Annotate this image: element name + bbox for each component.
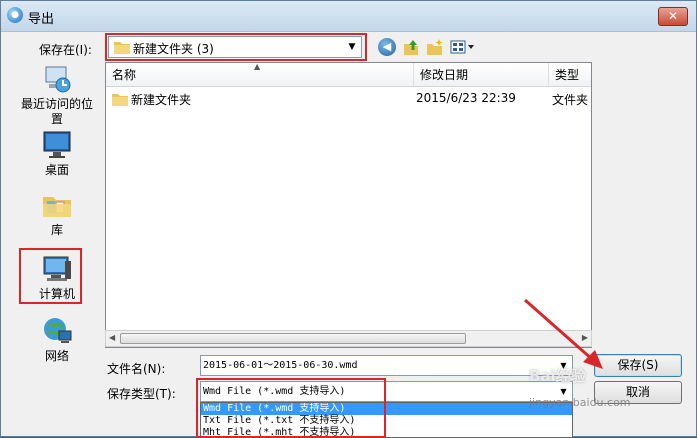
file-list[interactable]: 名称 ▲ 修改日期 类型 新建文件夹 2015/6/23 22:39 文件夹 [105, 62, 592, 348]
back-icon[interactable]: ◀ [378, 38, 396, 56]
close-button[interactable]: ✕ [658, 7, 688, 26]
filetype-label: 保存类型(T): [107, 387, 176, 401]
column-label: 名称 [112, 68, 137, 82]
app-icon: ● [7, 7, 23, 23]
place-label: 桌面 [44, 163, 69, 177]
save-in-label: 保存在(I): [39, 43, 92, 57]
chevron-down-icon[interactable]: ▼ [344, 38, 360, 56]
chevron-down-icon[interactable]: ▼ [556, 383, 571, 400]
filename-label: 文件名(N): [107, 362, 166, 376]
up-folder-icon[interactable] [402, 38, 420, 56]
horizontal-scrollbar[interactable]: ◀ ▶ [105, 330, 592, 347]
place-libraries[interactable]: 库 [13, 189, 101, 238]
title-bar: ● 导出 ✕ [1, 1, 696, 32]
row-type: 文件夹 [552, 93, 589, 107]
row-name: 新建文件夹 [131, 93, 192, 107]
place-label: 网络 [44, 349, 69, 363]
places-bar: 最近访问的位置 桌面 库 计算机 网络 [13, 61, 101, 391]
place-label: 最近访问的位置 [20, 97, 93, 126]
table-row[interactable]: 新建文件夹 2015/6/23 22:39 文件夹 [106, 88, 591, 110]
place-desktop[interactable]: 桌面 [13, 129, 101, 178]
place-recent[interactable]: 最近访问的位置 [13, 63, 101, 127]
filename-input[interactable]: 2015-06-01～2015-06-30.wmd ▼ [200, 355, 573, 376]
save-in-combobox[interactable]: 新建文件夹 (3) ▼ [108, 36, 362, 58]
cancel-button[interactable]: 取消 [594, 381, 682, 404]
chevron-down-icon[interactable]: ▼ [556, 357, 571, 374]
place-computer[interactable]: 计算机 [13, 253, 101, 302]
folder-icon [112, 92, 128, 109]
filetype-combobox[interactable]: Wmd File (*.wmd 支持导入) ▼ [200, 381, 573, 402]
row-date: 2015/6/23 22:39 [416, 91, 516, 105]
column-label: 修改日期 [420, 68, 469, 82]
column-header-name[interactable]: 名称 ▲ [106, 63, 414, 87]
sort-up-icon: ▲ [254, 62, 261, 71]
export-dialog: ● 导出 ✕ 保存在(I): 新建文件夹 (3) ▼ ◀ 最近访问的位置 桌面 [0, 0, 697, 438]
folder-icon [114, 40, 130, 57]
column-header-date[interactable]: 修改日期 [414, 63, 549, 87]
place-label: 计算机 [38, 287, 75, 301]
scroll-right-icon[interactable]: ▶ [582, 333, 588, 342]
dropdown-option[interactable]: Wmd File (*.wmd 支持导入) [201, 403, 572, 415]
dropdown-option[interactable]: Txt File (*.txt 不支持导入) [201, 415, 572, 427]
column-label: 类型 [555, 68, 580, 82]
dropdown-option[interactable]: Mht File (*.mht 不支持导入) [201, 427, 572, 437]
save-button[interactable]: 保存(S) [594, 354, 682, 377]
recent-places-icon [41, 63, 73, 95]
place-network[interactable]: 网络 [13, 315, 101, 364]
filetype-dropdown-list[interactable]: Wmd File (*.wmd 支持导入) Txt File (*.txt 不支… [200, 402, 573, 438]
libraries-icon [41, 189, 73, 221]
place-label: 库 [50, 223, 63, 237]
computer-icon [41, 253, 73, 285]
filename-value: 2015-06-01～2015-06-30.wmd [203, 360, 358, 371]
desktop-icon [41, 129, 73, 161]
scroll-left-icon[interactable]: ◀ [109, 333, 115, 342]
window-title: 导出 [28, 12, 55, 27]
new-folder-icon[interactable] [426, 38, 444, 56]
views-menu-icon[interactable] [450, 38, 476, 56]
column-header-type[interactable]: 类型 [549, 63, 591, 87]
filetype-value: Wmd File (*.wmd 支持导入) [203, 386, 346, 397]
save-in-value: 新建文件夹 (3) [133, 42, 214, 56]
network-icon [41, 315, 73, 347]
scrollbar-thumb[interactable] [120, 333, 466, 344]
